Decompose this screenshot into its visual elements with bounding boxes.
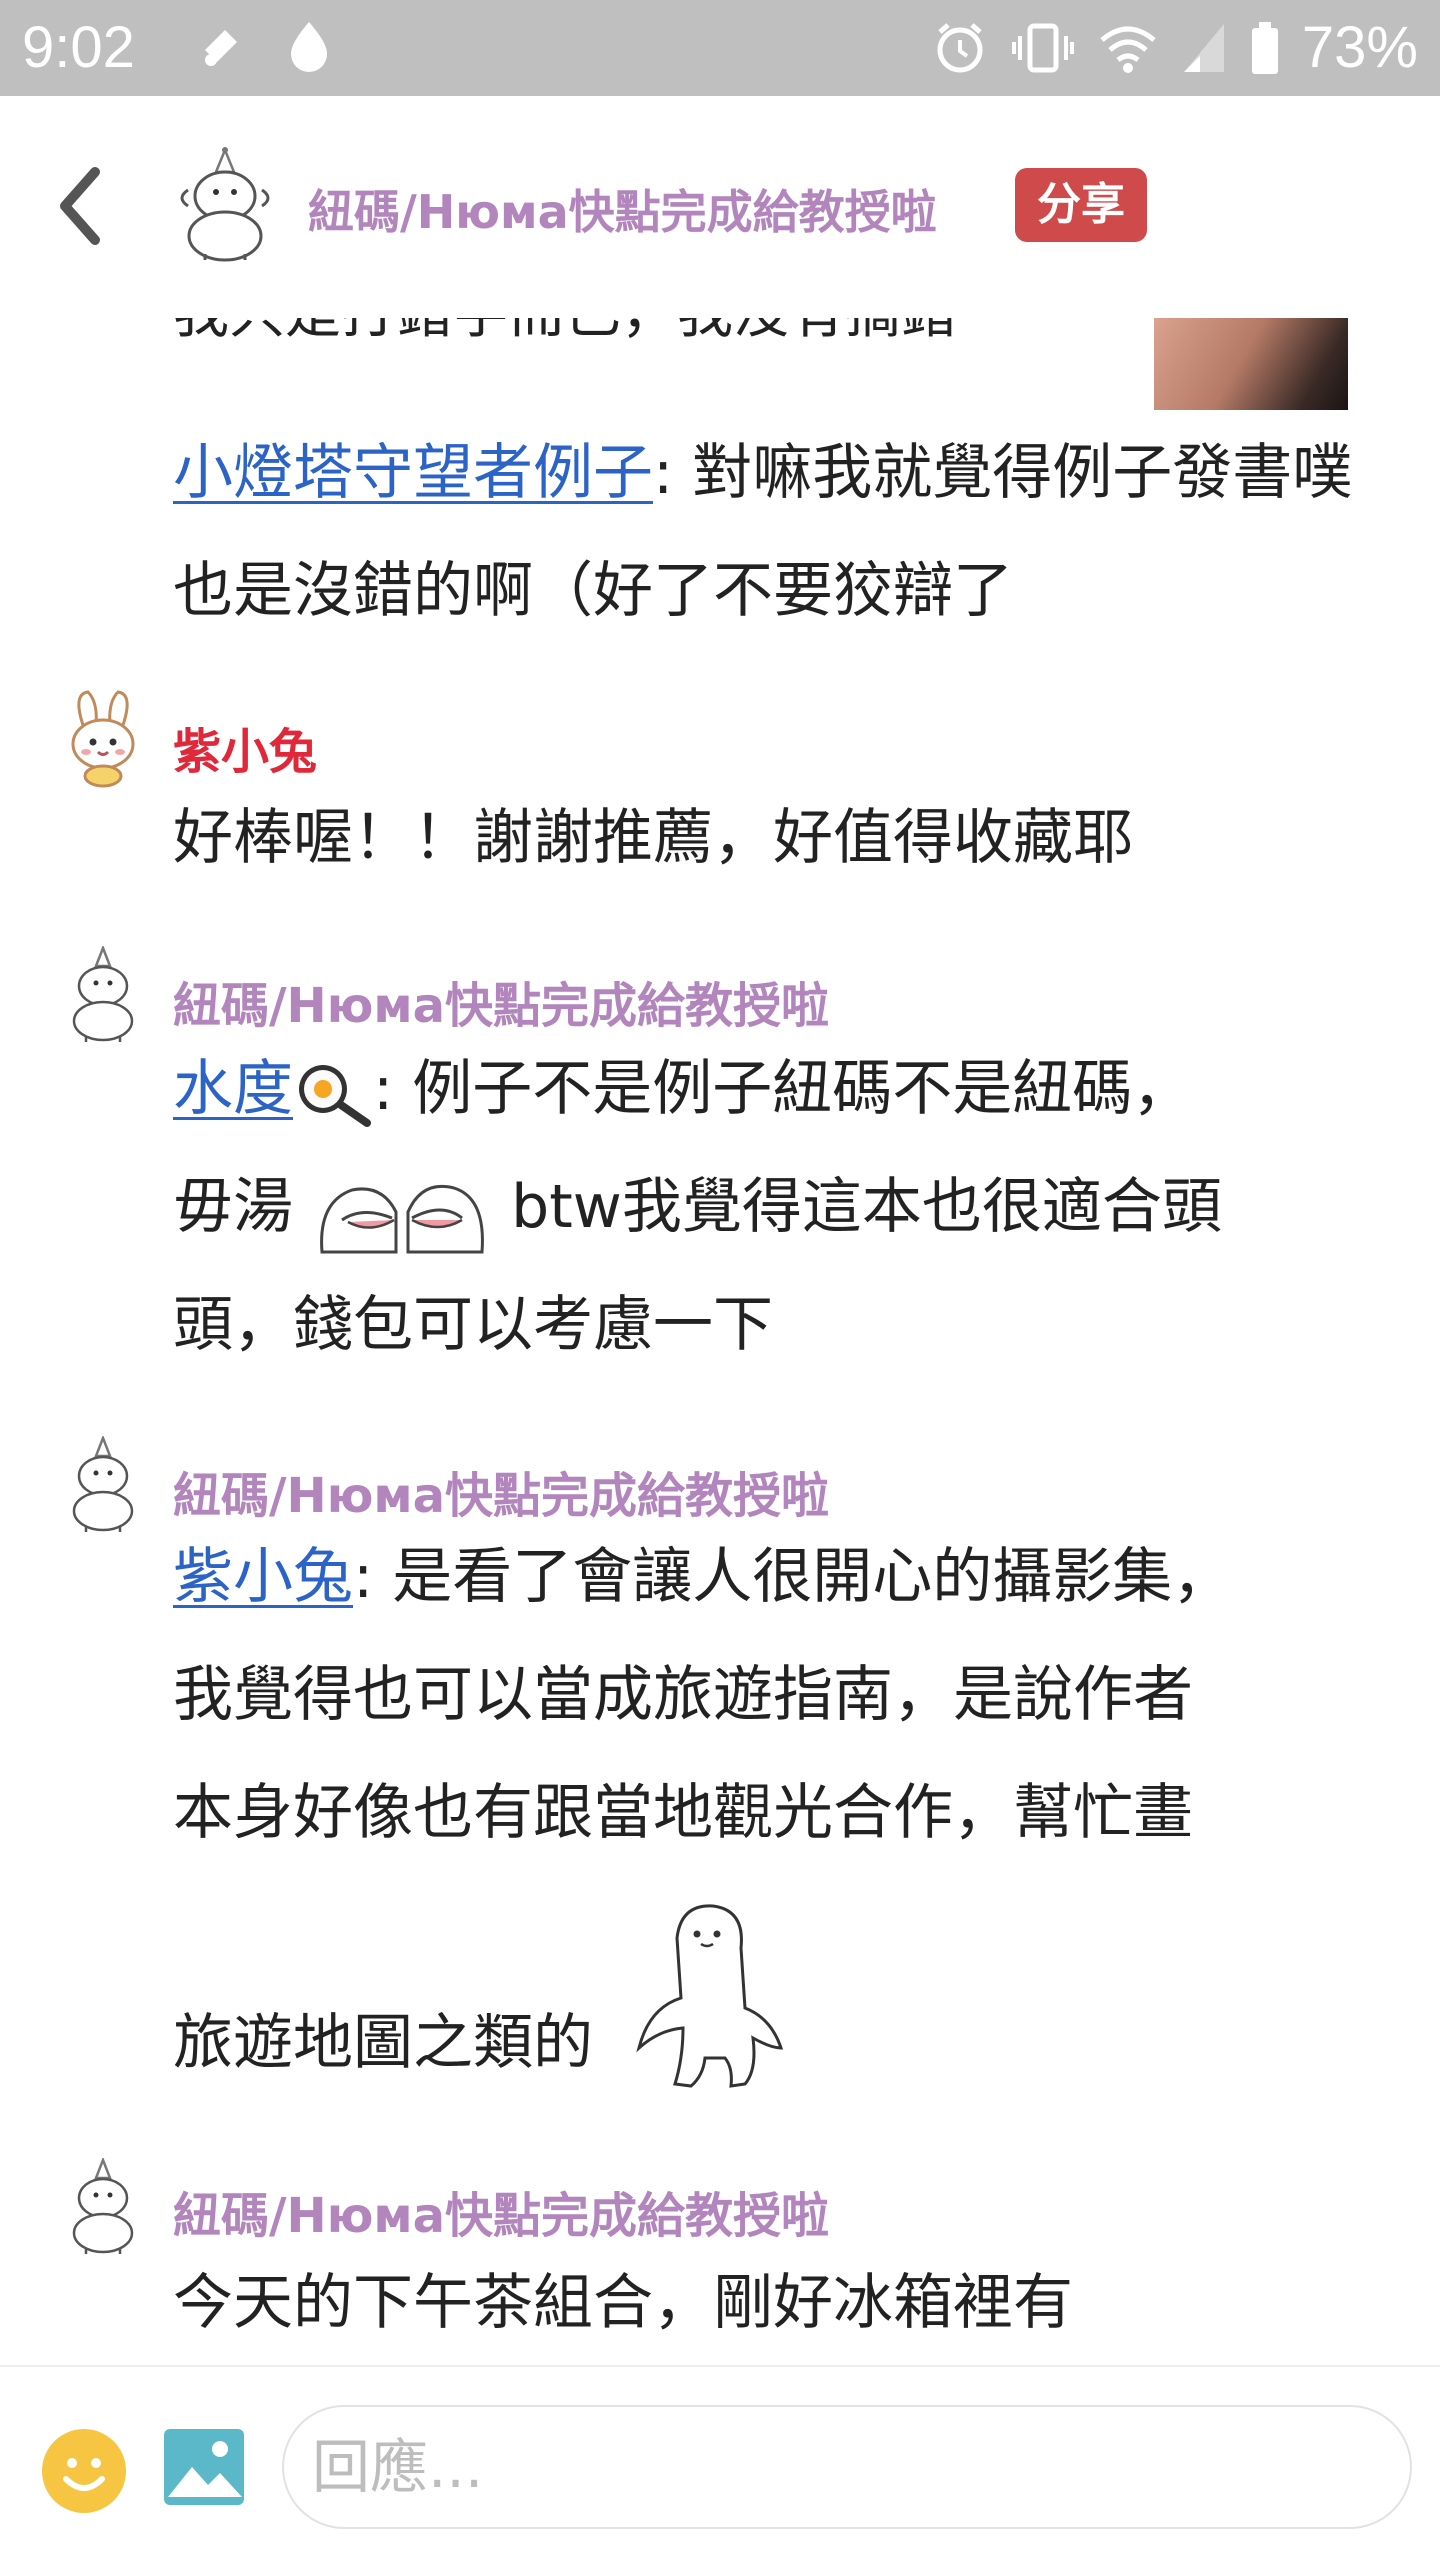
comment-line: 旅遊地圖之類的 <box>173 1872 1393 2102</box>
image-upload-button[interactable] <box>162 2427 246 2507</box>
comment-line: 我覺得也可以當成旅遊指南，是說作者 <box>173 1660 1193 1730</box>
comment-author-name[interactable]: 紐碼/Нюма快點完成給教授啦 <box>173 2176 829 2246</box>
comment-line: 紫小兔: 是看了會讓人很開心的攝影集， <box>173 1518 1393 1636</box>
wifi-icon <box>1100 26 1156 73</box>
user-mention-link[interactable]: 小燈塔守望者例子 <box>173 438 653 508</box>
attached-photo-thumbnail[interactable] <box>1154 318 1348 410</box>
status-left-icons <box>195 20 331 74</box>
comment-line: 毋湯 btw我覺得這本也很適合頭 <box>173 1148 1393 1266</box>
smiley-icon <box>63 2458 105 2491</box>
status-right: 73% <box>932 12 1418 84</box>
seal-sticker <box>636 1904 784 2088</box>
emoji-button[interactable] <box>42 2429 126 2513</box>
back-button[interactable] <box>40 166 120 246</box>
commenter-avatar[interactable] <box>58 688 148 788</box>
comment-author-name[interactable]: 紫小兔 <box>173 712 317 782</box>
battery-percentage: 73% <box>1301 15 1418 80</box>
status-bar: 9:02 73% <box>0 0 1440 96</box>
share-button[interactable]: 分享 <box>1015 168 1147 242</box>
comment-text: 旅遊地圖之類的 <box>173 2008 593 2078</box>
comment-text: 毋湯 <box>173 1172 293 1242</box>
post-header: 紐碼/Нюма快點完成給教授啦 分享 <box>0 96 1440 318</box>
user-mention-link[interactable]: 水度 <box>173 1054 293 1124</box>
chevron-left-icon <box>60 167 100 245</box>
location-icon <box>291 22 327 72</box>
notification-icon <box>205 30 237 66</box>
partial-message-line: 我只是打錯字而已，我沒有搞錯 <box>173 318 957 349</box>
comment-line: 本身好像也有跟當地觀光合作，幫忙畫 <box>173 1778 1193 1848</box>
user-mention-link[interactable]: 紫小兔 <box>173 1542 353 1612</box>
comment-text: : 是看了會讓人很開心的攝影集， <box>353 1542 1233 1612</box>
comment-author-name[interactable]: 紐碼/Нюма快點完成給教授啦 <box>173 1456 829 1526</box>
frying-pan-egg-icon <box>299 1065 371 1128</box>
author-avatar[interactable] <box>170 146 280 266</box>
battery-icon <box>1251 22 1278 74</box>
comment-text: : 例子不是例子紐碼不是紐碼， <box>373 1054 1193 1124</box>
message-body: 小燈塔守望者例子: 對嘛我就覺得例子發書噗也是沒錯的啊（好了不要狡辯了 <box>173 414 1393 650</box>
comment-thread[interactable]: 我只是打錯字而已，我沒有搞錯 小燈塔守望者例子: 對嘛我就覺得例子發書噗也是沒錯… <box>0 318 1440 2365</box>
reply-input[interactable] <box>282 2405 1412 2529</box>
comment-line: 頭，錢包可以考慮一下 <box>173 1290 773 1360</box>
vibrate-icon <box>1011 23 1074 73</box>
alarm-icon <box>937 23 983 73</box>
comment-text: btw我覺得這本也很適合頭 <box>511 1172 1222 1242</box>
commenter-avatar[interactable] <box>58 946 148 1046</box>
comment-text: 好棒喔！！謝謝推薦，好值得收藏耶 <box>173 803 1133 873</box>
comment-author-name[interactable]: 紐碼/Нюма快點完成給教授啦 <box>173 966 829 1036</box>
signal-icon <box>1183 24 1224 72</box>
commenter-avatar[interactable] <box>58 2158 148 2258</box>
image-icon <box>164 2429 244 2505</box>
laughing-ghosts-sticker <box>320 1185 485 1254</box>
commenter-avatar[interactable] <box>58 1436 148 1536</box>
comment-body: 紫小兔: 是看了會讓人很開心的攝影集， 我覺得也可以當成旅遊指南，是說作者 本身… <box>173 1518 1393 2102</box>
reply-bar <box>0 2365 1440 2560</box>
comment-line: 水度 : 例子不是例子紐碼不是紐碼， <box>173 1030 1393 1148</box>
comment-body: 水度 : 例子不是例子紐碼不是紐碼， 毋湯 btw我覺得這本也很適合頭 頭，錢包… <box>173 1030 1393 1384</box>
comment-text: 今天的下午茶組合，剛好冰箱裡有 <box>173 2268 1073 2338</box>
post-author-name[interactable]: 紐碼/Нюма快點完成給教授啦 <box>308 176 937 242</box>
status-time: 9:02 <box>22 15 135 80</box>
